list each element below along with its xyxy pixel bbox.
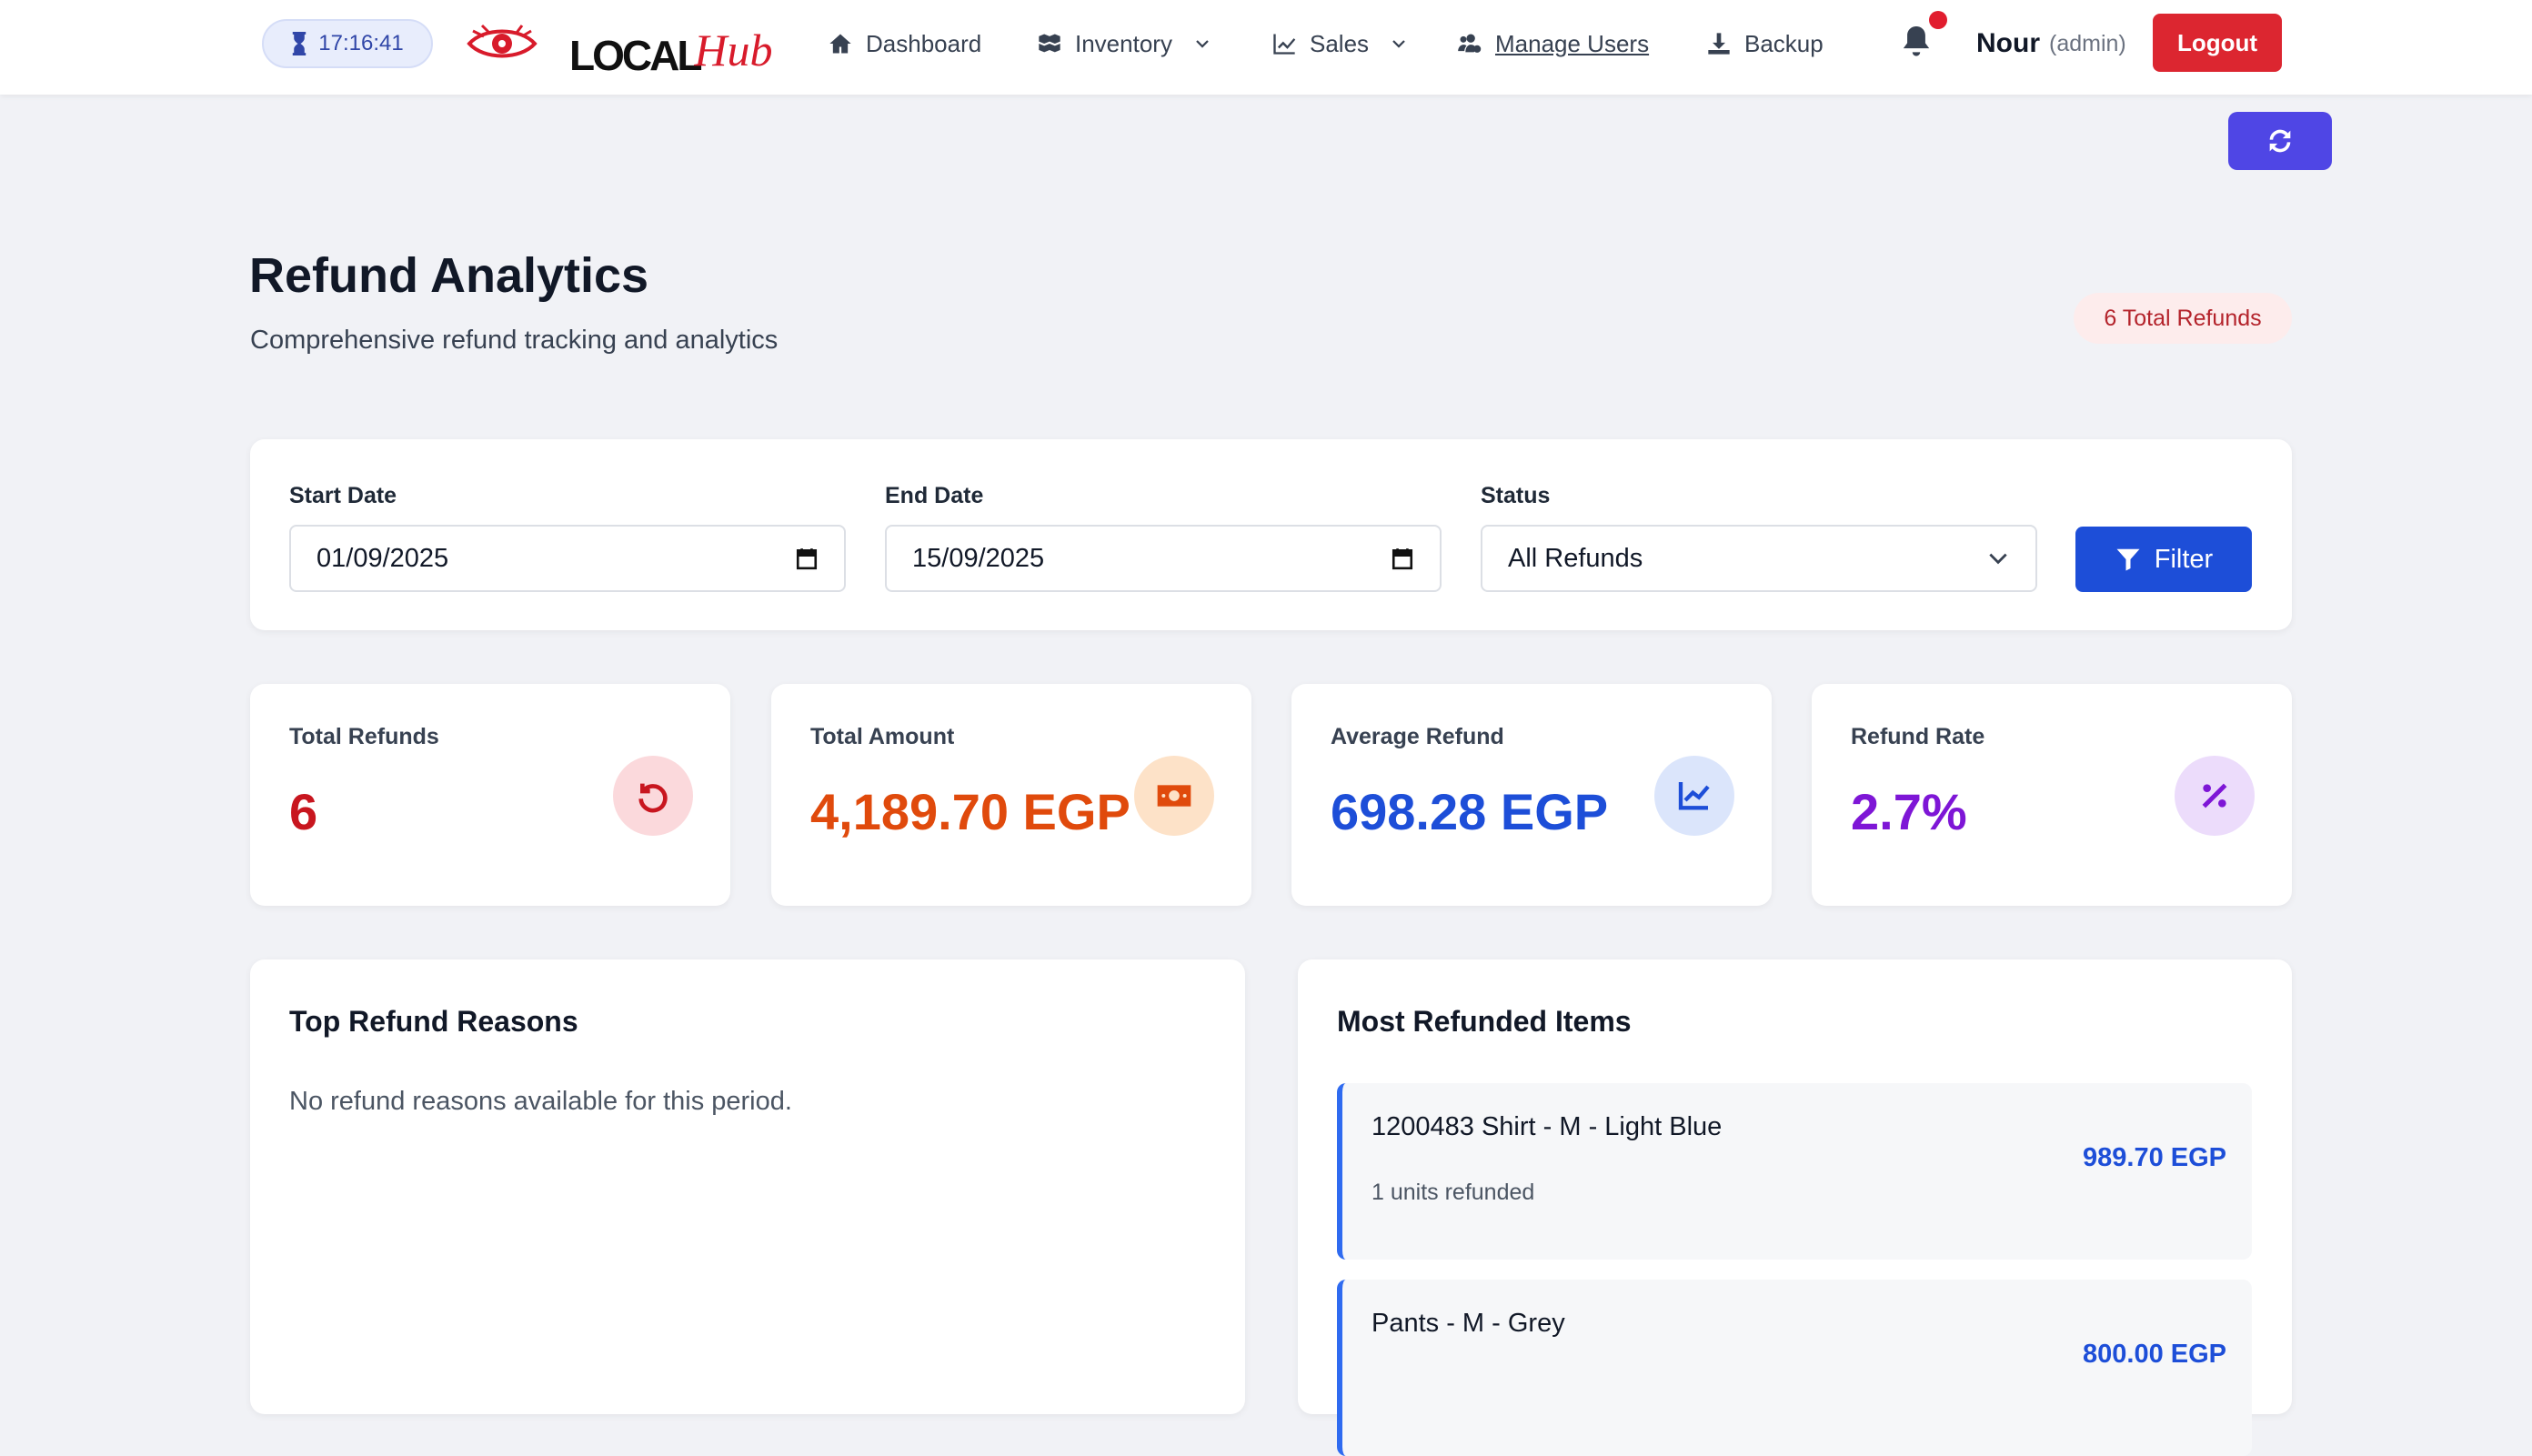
list-item: Pants - M - Grey 800.00 EGP [1337,1280,2252,1456]
empty-state-text: No refund reasons available for this per… [289,1087,792,1116]
top-navbar: 17:16:41 LOCAL Hub Dashboard Inventory S… [0,0,2532,95]
boxes-icon [1039,34,1060,53]
nav-inventory[interactable]: Inventory [1037,25,1211,62]
percent-icon [2175,756,2255,836]
nav-manage-users-label: Manage Users [1495,29,1650,57]
nav-dashboard-label: Dashboard [866,29,982,57]
stat-label: Total Refunds [289,724,439,749]
download-icon [1708,33,1730,55]
eye-logo-icon [467,24,538,58]
home-icon [829,34,851,54]
stat-label: Average Refund [1331,724,1504,749]
brand-logo-script: Hub [694,25,773,75]
calendar-icon[interactable] [795,547,819,570]
filter-button[interactable]: Filter [2075,527,2252,592]
nav-sales-label: Sales [1310,29,1370,57]
nav-sales[interactable]: Sales [1271,25,1407,62]
status-select-value: All Refunds [1508,543,1643,573]
sync-icon [2269,129,2291,153]
stat-card-total-amount: Total Amount 4,189.70 EGP [771,684,1251,906]
status-label: Status [1481,483,1551,508]
stat-card-average-refund: Average Refund 698.28 EGP [1291,684,1772,906]
stat-label: Total Amount [810,724,955,749]
top-refund-reasons-panel: Top Refund Reasons No refund reasons ava… [250,959,1245,1414]
stat-value: 2.7% [1851,783,1967,840]
item-amount: 989.70 EGP [2083,1143,2226,1172]
stat-card-total-refunds: Total Refunds 6 [250,684,730,906]
stat-value: 4,189.70 EGP [810,783,1130,840]
stat-card-refund-rate: Refund Rate 2.7% [1812,684,2292,906]
total-refunds-badge: 6 Total Refunds [2074,293,2292,344]
item-amount: 800.00 EGP [2083,1340,2226,1369]
page-title: Refund Analytics [249,248,649,303]
user-role: (admin) [2049,30,2126,56]
nav-inventory-label: Inventory [1075,29,1172,57]
stat-label: Refund Rate [1851,724,1985,749]
nav-backup-label: Backup [1744,29,1824,57]
filter-icon [2116,548,2140,571]
end-date-label: End Date [885,483,984,508]
chevron-down-icon [1392,40,1405,48]
brand-logo-text: LOCAL [569,32,702,79]
panel-title: Top Refund Reasons [289,1005,578,1038]
end-date-value: 15/09/2025 [912,543,1045,573]
start-date-label: Start Date [289,483,397,508]
chevron-down-icon [1196,40,1209,48]
notification-dot [1929,11,1947,29]
undo-icon [613,756,693,836]
end-date-input[interactable]: 15/09/2025 [885,525,1442,592]
users-cog-icon [1458,34,1482,53]
nav-backup[interactable]: Backup [1706,25,1824,62]
status-select[interactable]: All Refunds [1481,525,2037,592]
item-name: 1200483 Shirt - M - Light Blue [1372,1112,1723,1141]
user-info: Nour (admin) [1976,25,2126,62]
start-date-value: 01/09/2025 [316,543,449,573]
list-item: 1200483 Shirt - M - Light Blue 1 units r… [1337,1083,2252,1260]
refresh-button[interactable] [2228,112,2332,170]
nav-dashboard[interactable]: Dashboard [828,25,981,62]
page-subtitle: Comprehensive refund tracking and analyt… [250,326,779,355]
brand-logo[interactable]: LOCAL Hub [569,18,773,76]
user-name: Nour [1976,28,2040,58]
nav-manage-users[interactable]: Manage Users [1457,25,1649,62]
logout-button[interactable]: Logout [2153,14,2282,72]
chart-line-icon [1654,756,1734,836]
session-clock: 17:16:41 [262,19,433,68]
chart-line-icon [1273,34,1296,55]
item-units: 1 units refunded [1372,1180,1535,1205]
start-date-input[interactable]: 01/09/2025 [289,525,846,592]
filter-card: Start Date 01/09/2025 End Date 15/09/202… [250,439,2292,630]
panel-title: Most Refunded Items [1337,1005,1632,1038]
bell-icon[interactable] [1901,24,1932,60]
most-refunded-items-panel: Most Refunded Items 1200483 Shirt - M - … [1298,959,2292,1456]
stat-value: 698.28 EGP [1331,783,1609,840]
clock-time: 17:16:41 [318,31,404,55]
money-bill-icon [1134,756,1214,836]
item-name: Pants - M - Grey [1372,1309,1565,1338]
chevron-down-icon [1989,553,2007,565]
calendar-icon[interactable] [1391,547,1414,570]
stat-value: 6 [289,783,318,840]
filter-button-label: Filter [2154,544,2214,574]
hourglass-icon [293,32,306,55]
